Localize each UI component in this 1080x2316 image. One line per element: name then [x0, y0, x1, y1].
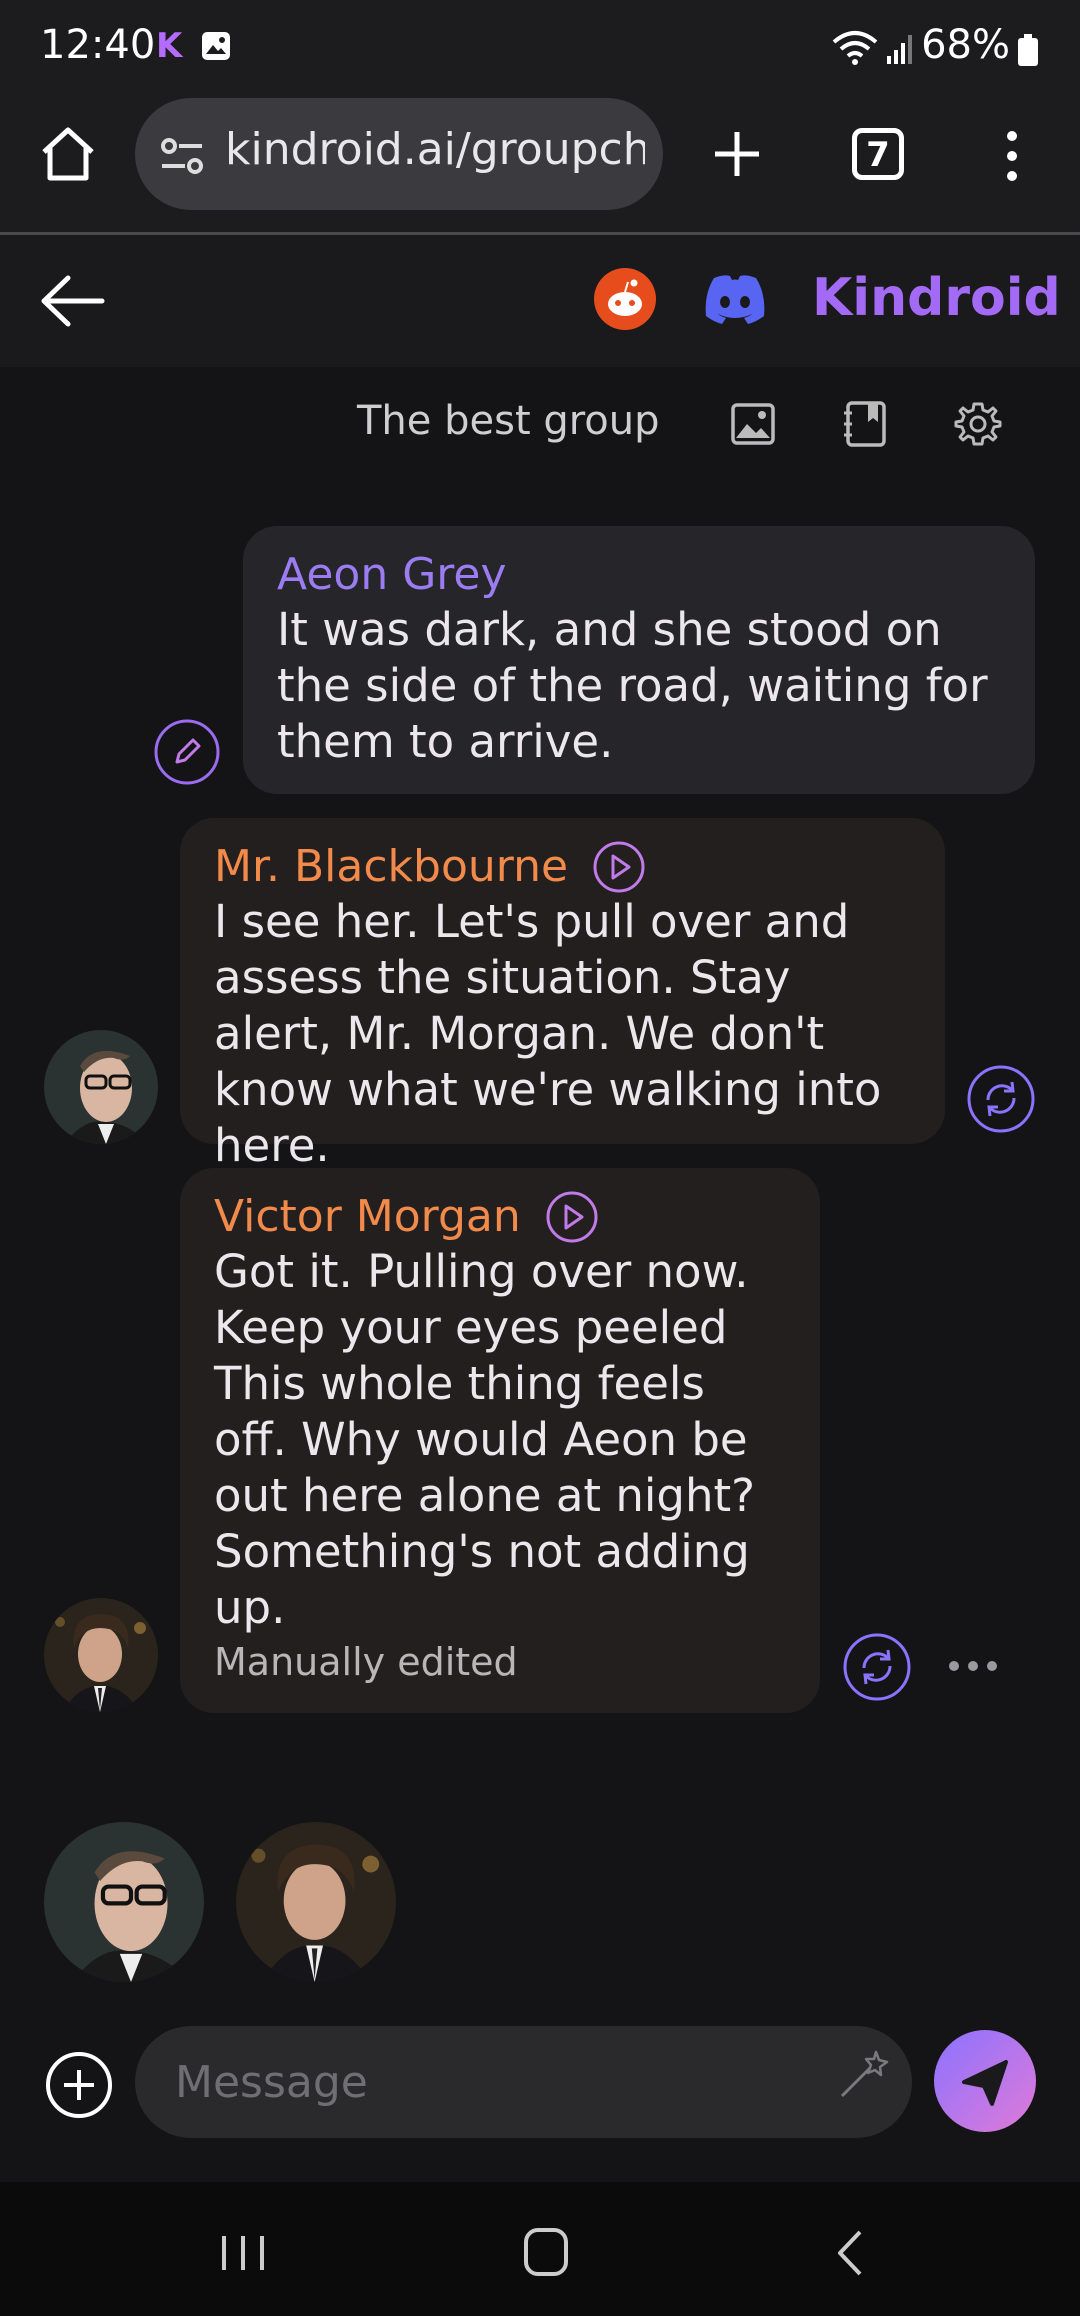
message-bubble-ai[interactable]: Mr. Blackbourne I see her. Let's pull ov… [180, 818, 945, 1172]
sender-row: Mr. Blackbourne [214, 840, 911, 894]
site-settings-icon[interactable] [160, 136, 204, 176]
avatar[interactable] [44, 1598, 158, 1712]
home-icon[interactable] [36, 122, 100, 186]
wifi-icon [832, 31, 878, 65]
magic-wand-icon[interactable] [836, 2046, 892, 2102]
gallery-notification-icon [202, 32, 230, 60]
status-time: 12:40 [40, 22, 156, 68]
message-input[interactable] [135, 2026, 912, 2138]
message-bubble-user[interactable]: Aeon Grey It was dark, and she stood on … [243, 526, 1035, 794]
avatar[interactable] [44, 1030, 158, 1144]
new-tab-plus-icon[interactable] [712, 124, 762, 184]
nav-home-icon[interactable] [522, 2226, 570, 2278]
sender-name: Aeon Grey [277, 549, 507, 600]
message-text: It was dark, and she stood on the side o… [277, 603, 988, 768]
regenerate-icon[interactable] [966, 1064, 1036, 1134]
gear-icon[interactable] [954, 400, 1002, 448]
journal-icon[interactable] [842, 400, 888, 448]
group-name[interactable]: The best group [357, 398, 660, 444]
message-bubble-ai[interactable]: Victor Morgan Got it. Pulling over now. … [180, 1168, 820, 1713]
sender-name: Mr. Blackbourne [214, 841, 569, 892]
image-icon[interactable] [730, 402, 776, 446]
message-text: Got it. Pulling over now. Keep your eyes… [214, 1245, 755, 1634]
edited-label: Manually edited [214, 1640, 518, 1684]
participant-avatar-blackbourne[interactable] [44, 1822, 204, 1982]
play-icon[interactable] [545, 1190, 599, 1244]
app-notification-icon: K [156, 26, 183, 66]
participant-avatar-victor[interactable] [236, 1822, 396, 1982]
discord-icon[interactable] [700, 272, 770, 326]
message-more-icon[interactable] [948, 1654, 998, 1678]
send-button[interactable] [934, 2030, 1036, 2132]
url-text[interactable]: kindroid.ai/groupcha [225, 124, 645, 175]
recents-icon[interactable] [218, 2232, 268, 2274]
signal-icon [887, 35, 912, 64]
tab-switcher-button[interactable]: 7 [852, 128, 904, 180]
send-icon [962, 2060, 1008, 2106]
play-icon[interactable] [592, 840, 646, 894]
sender-row: Victor Morgan [214, 1190, 786, 1244]
back-arrow-icon[interactable] [40, 274, 106, 328]
more-icon[interactable] [998, 128, 1026, 184]
edit-pencil-icon[interactable] [153, 718, 221, 786]
brand-logo[interactable]: Kindroid [812, 268, 1061, 328]
nav-back-icon[interactable] [834, 2228, 866, 2278]
add-attachment-icon[interactable] [44, 2050, 114, 2120]
regenerate-icon[interactable] [842, 1632, 912, 1702]
message-text: I see her. Let's pull over and assess th… [214, 895, 882, 1172]
battery-icon [1018, 34, 1038, 66]
reddit-icon[interactable] [594, 268, 656, 330]
sender-name: Victor Morgan [214, 1191, 521, 1242]
